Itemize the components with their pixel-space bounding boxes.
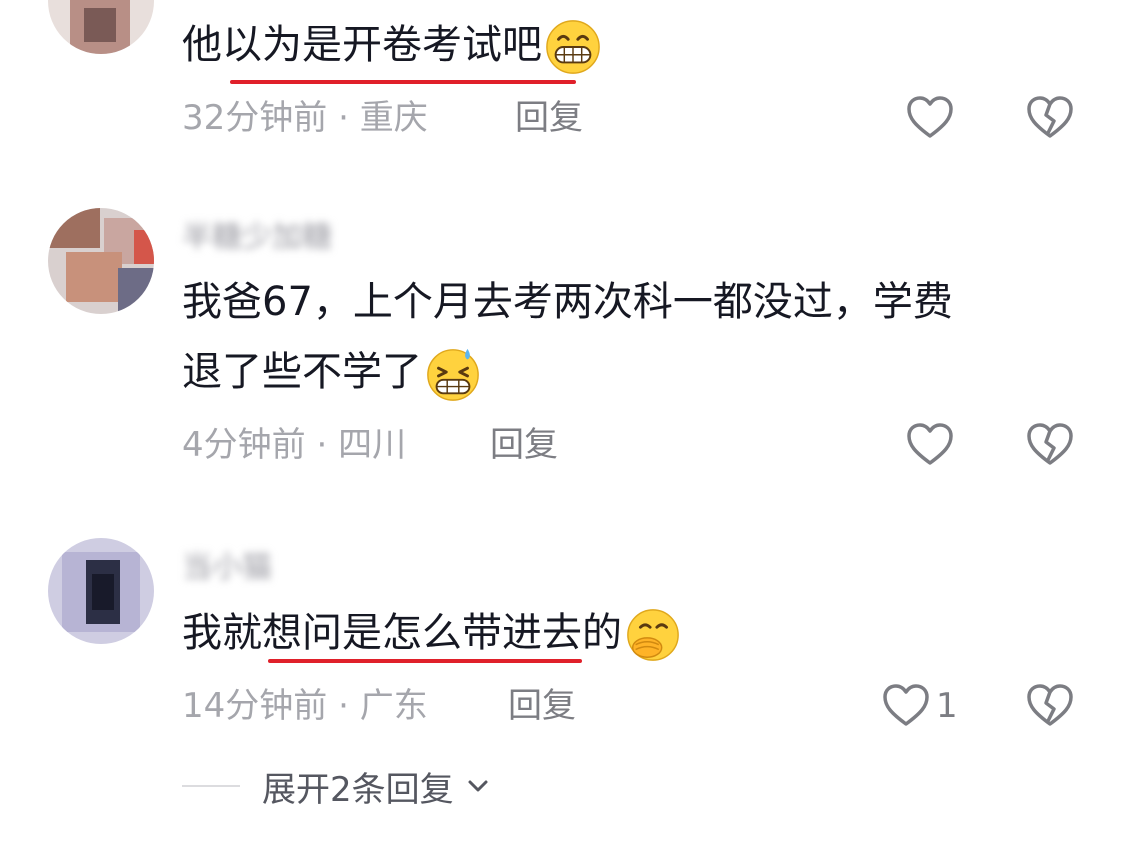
comment-time: 32分钟前 [182, 98, 328, 138]
comment-time: 14分钟前 [182, 686, 328, 726]
comment-location: 四川 [338, 425, 407, 465]
comment-meta: 14分钟前 · 广东 [182, 681, 428, 731]
broken-heart-icon[interactable] [1025, 681, 1075, 731]
avatar[interactable] [48, 0, 154, 54]
divider [182, 785, 240, 787]
reply-button[interactable]: 回复 [515, 93, 583, 143]
comment-username[interactable]: 当小猫 [182, 542, 272, 582]
comment-text: 我就想问是怎么带进去的 [182, 598, 682, 668]
highlight-underline [230, 80, 576, 84]
comment-location: 广东 [359, 686, 428, 726]
chevron-down-icon [468, 780, 488, 792]
comment-username[interactable]: 半糖少加糖 [182, 212, 332, 252]
face-with-hand-over-mouth-emoji [627, 609, 679, 661]
like-count: 1 [936, 686, 958, 726]
grinning-face-emoji [546, 20, 600, 74]
broken-heart-icon[interactable] [1025, 93, 1075, 143]
meta-separator: · [327, 98, 360, 138]
reply-button[interactable]: 回复 [490, 420, 558, 470]
heart-icon[interactable] [905, 420, 955, 470]
heart-icon[interactable] [881, 681, 931, 731]
avatar[interactable] [48, 538, 154, 644]
grinning-sweat-emoji [427, 348, 479, 401]
highlight-underline [268, 659, 582, 663]
comment-text: 他以为是开卷考试吧 [182, 10, 602, 80]
comment-text: 我爸67，上个月去考两次科一都没过，学费 退了些不学了 [182, 267, 953, 407]
meta-separator: · [327, 686, 360, 726]
comment-time: 4分钟前 [182, 425, 306, 465]
avatar[interactable] [48, 208, 154, 314]
comment-location: 重庆 [359, 98, 428, 138]
meta-separator: · [305, 425, 339, 465]
heart-icon[interactable] [905, 93, 955, 143]
comment-meta: 4分钟前 · 四川 [182, 420, 406, 470]
expand-replies-button[interactable]: 展开2条回复 [182, 758, 492, 814]
broken-heart-icon[interactable] [1025, 420, 1075, 470]
comment-meta: 32分钟前 · 重庆 [182, 93, 428, 143]
reply-button[interactable]: 回复 [508, 681, 576, 731]
expand-replies-label: 展开2条回复 [262, 769, 454, 810]
